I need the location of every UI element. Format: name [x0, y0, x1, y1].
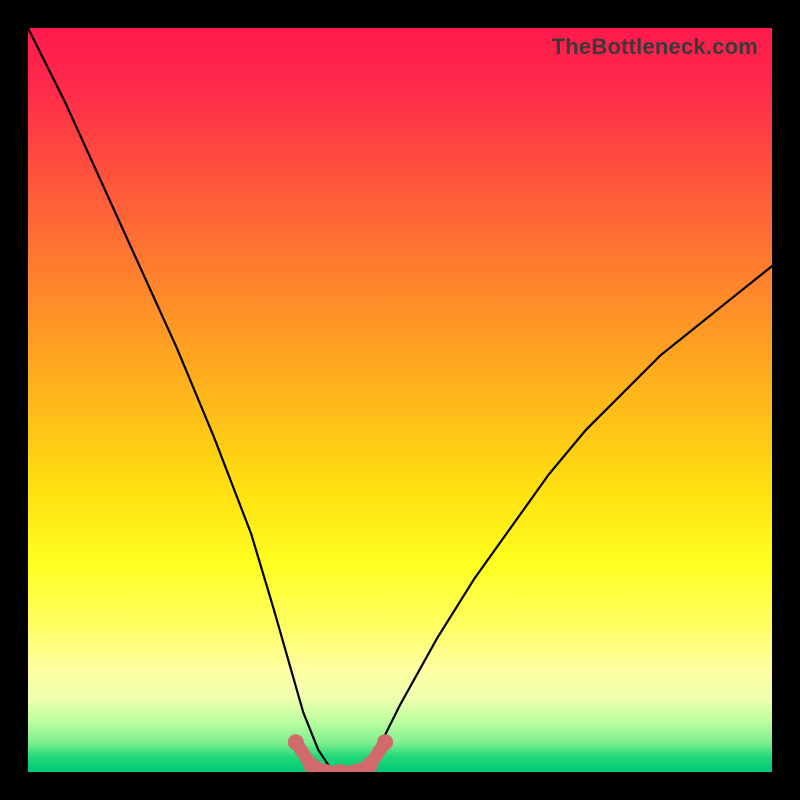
chart-frame: TheBottleneck.com — [0, 0, 800, 800]
flat-dot — [377, 734, 393, 750]
flat-dot — [333, 764, 349, 772]
bottleneck-curve — [28, 28, 772, 772]
curve-layer — [28, 28, 772, 772]
plot-area: TheBottleneck.com — [28, 28, 772, 772]
flat-dot — [303, 757, 319, 772]
flat-dot — [362, 757, 378, 772]
flat-dot — [288, 734, 304, 750]
